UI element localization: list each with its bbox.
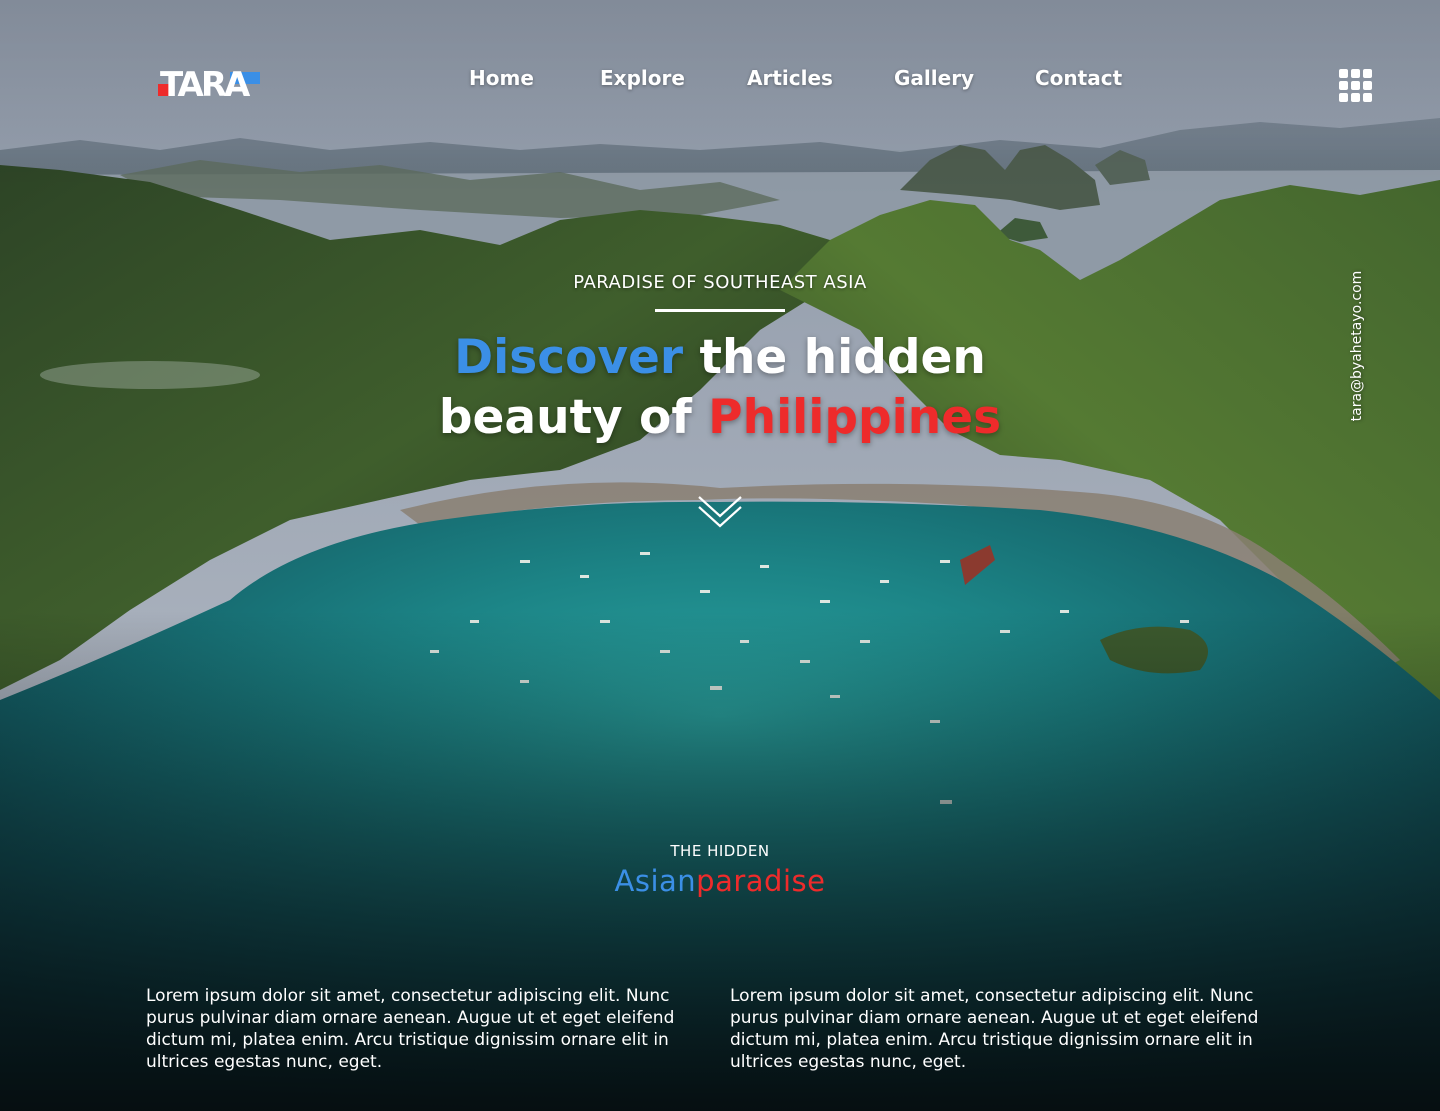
nav-contact[interactable]: Contact bbox=[1035, 66, 1122, 90]
headline-text-1: the hidden bbox=[683, 330, 986, 385]
headline-line-1: Discover the hidden bbox=[0, 328, 1440, 388]
logo-text: TARA bbox=[160, 65, 251, 102]
content-paragraph-right: Lorem ipsum dolor sit amet, consectetur … bbox=[730, 986, 1259, 1072]
nav-home[interactable]: Home bbox=[469, 66, 534, 90]
headline-word-philippines: Philippines bbox=[708, 390, 1002, 445]
nav-explore[interactable]: Explore bbox=[600, 66, 685, 90]
nav-articles[interactable]: Articles bbox=[747, 66, 833, 90]
headline-text-2: beauty of bbox=[438, 390, 709, 445]
section-title: Asianparadise bbox=[0, 864, 1440, 898]
tara-logo-icon: TARA bbox=[158, 65, 260, 105]
eyebrow-divider bbox=[655, 309, 785, 312]
nav-gallery[interactable]: Gallery bbox=[894, 66, 974, 90]
section-eyebrow: THE HIDDEN bbox=[670, 842, 770, 860]
hero-background-image bbox=[0, 0, 1440, 1111]
headline-line-2: beauty of Philippines bbox=[0, 388, 1440, 448]
hero-eyebrow: PARADISE OF SOUTHEAST ASIA bbox=[573, 272, 867, 293]
hero-headline: Discover the hidden beauty of Philippine… bbox=[0, 328, 1440, 448]
section-title-paradise: paradise bbox=[696, 864, 826, 898]
brand-logo[interactable]: TARA bbox=[158, 60, 260, 105]
chevron-double-down-icon[interactable] bbox=[696, 494, 744, 530]
content-paragraph-left: Lorem ipsum dolor sit amet, consectetur … bbox=[146, 986, 675, 1072]
grid-menu-icon[interactable] bbox=[1339, 69, 1375, 103]
section-title-asian: Asian bbox=[614, 864, 697, 898]
headline-word-discover: Discover bbox=[454, 330, 684, 385]
